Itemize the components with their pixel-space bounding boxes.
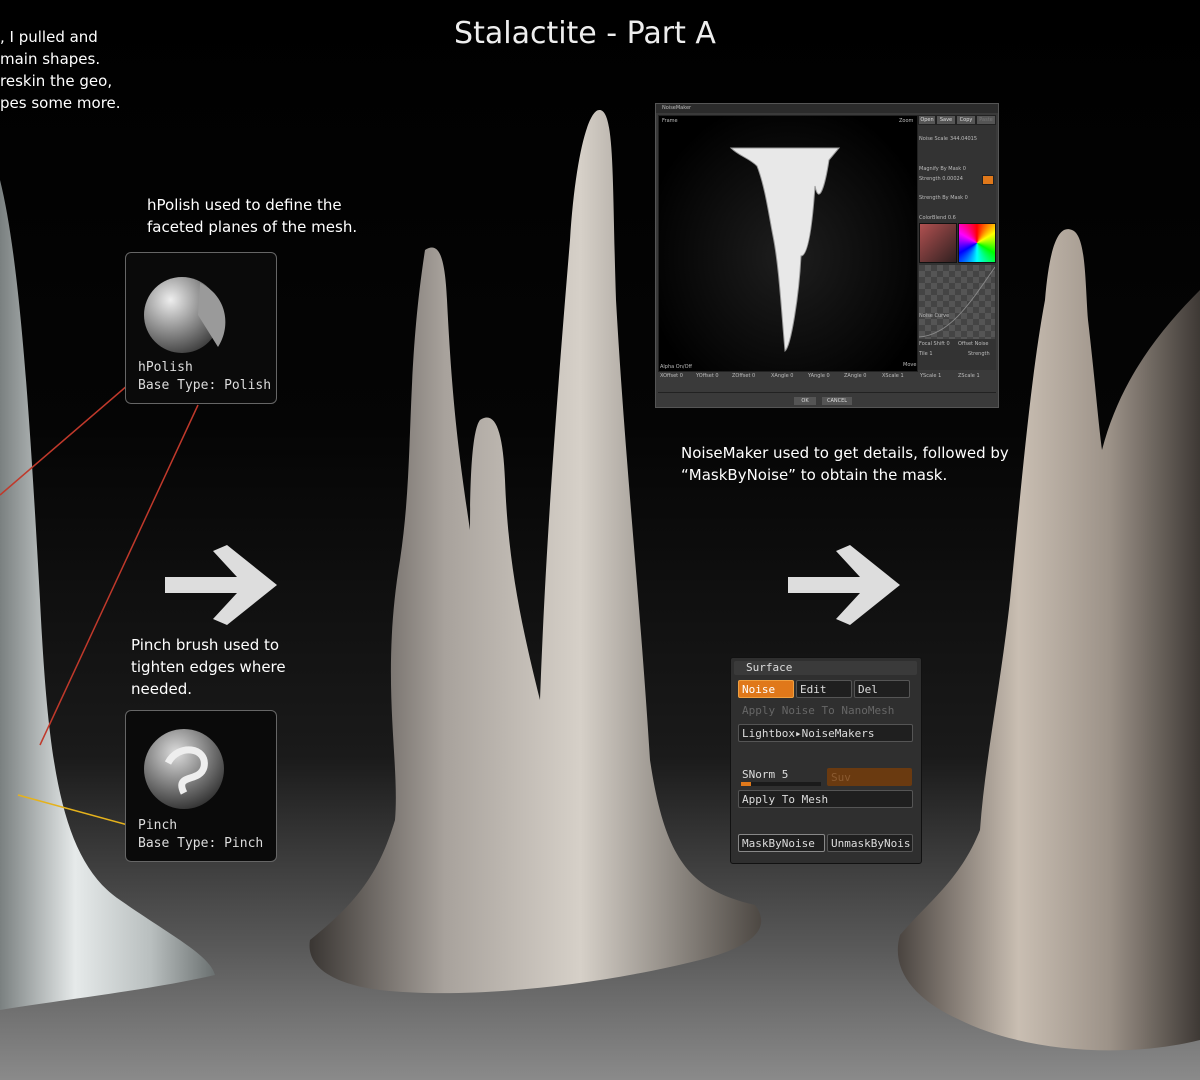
focal-shift-label[interactable]: Focal Shift 0 xyxy=(919,341,950,347)
surface-header[interactable]: Surface xyxy=(734,661,917,675)
zoffset-label[interactable]: ZOffset 0 xyxy=(732,373,755,379)
save-button[interactable]: Save xyxy=(936,115,956,125)
xangle-label[interactable]: XAngle 0 xyxy=(771,373,793,379)
zangle-label[interactable]: ZAngle 0 xyxy=(844,373,866,379)
ok-button[interactable]: OK xyxy=(794,397,816,405)
brush-base-type: Base Type: Polish xyxy=(138,378,272,393)
pinch-note-line: Pinch brush used to xyxy=(131,636,280,654)
stalactite-preview-icon xyxy=(729,147,841,353)
open-button[interactable]: Open xyxy=(918,115,936,125)
tile-label[interactable]: Tile 1 xyxy=(919,351,933,357)
unmask-by-noise-button[interactable]: UnmaskByNois xyxy=(827,834,913,852)
suv-button[interactable]: Suv xyxy=(827,768,912,786)
noisemakers-label: NoiseMakers xyxy=(801,727,875,740)
edit-button[interactable]: Edit xyxy=(796,680,852,698)
del-button[interactable]: Del xyxy=(854,680,910,698)
noisemaker-note: NoiseMaker used to get details, followed… xyxy=(681,442,1009,486)
lightbox-label: Lightbox xyxy=(742,727,795,740)
alpha-label[interactable]: Alpha On/Off xyxy=(660,364,692,370)
snorm-label: SNorm 5 xyxy=(742,768,789,781)
pinch-brush-icon xyxy=(144,729,224,809)
zoom-label[interactable]: Zoom xyxy=(899,118,913,124)
strength-label-2[interactable]: Strength xyxy=(968,351,990,357)
hpolish-note: hPolish used to define the faceted plane… xyxy=(147,194,357,238)
lightbox-noisemakers-button[interactable]: Lightbox▸NoiseMakers xyxy=(738,724,913,742)
yangle-label[interactable]: YAngle 0 xyxy=(808,373,830,379)
copy-button[interactable]: Copy xyxy=(956,115,976,125)
noise-scale-value[interactable]: 344.04015 xyxy=(950,136,977,142)
arrow-right-icon xyxy=(788,545,900,625)
pinch-note: Pinch brush used to tighten edges where … xyxy=(131,634,286,700)
noise-button[interactable]: Noise xyxy=(738,680,794,698)
brush-base-type: Base Type: Pinch xyxy=(138,836,264,851)
apply-nanomesh-label[interactable]: Apply Noise To NanoMesh xyxy=(742,704,894,717)
yscale-label[interactable]: YScale 1 xyxy=(920,373,941,379)
noisemaker-note-line: “MaskByNoise” to obtain the mask. xyxy=(681,466,948,484)
pinch-brush-card: Pinch Base Type: Pinch xyxy=(125,710,277,862)
hpolish-brush-card: hPolish Base Type: Polish xyxy=(125,252,277,404)
brush-name: hPolish xyxy=(138,360,193,375)
noisemaker-window: NoiseMaker Frame Zoom Move Alpha On/Off … xyxy=(655,103,999,408)
zscale-label[interactable]: ZScale 1 xyxy=(958,373,980,379)
hpolish-note-line: hPolish used to define the xyxy=(147,196,342,214)
xscale-label[interactable]: XScale 1 xyxy=(882,373,904,379)
hpolish-note-line: faceted planes of the mesh. xyxy=(147,218,358,236)
cancel-button[interactable]: CANCEL xyxy=(822,397,852,405)
colorblend-label[interactable]: ColorBlend 0.6 xyxy=(919,215,956,221)
noise-curve-graph[interactable] xyxy=(918,265,996,339)
apply-to-mesh-button[interactable]: Apply To Mesh xyxy=(738,790,913,808)
pinch-note-line: needed. xyxy=(131,680,193,698)
noise-curve-label: Noise Curve xyxy=(919,313,950,319)
pinch-note-line: tighten edges where xyxy=(131,658,286,676)
chevron-right-icon: ▸ xyxy=(794,727,802,740)
snorm-slider-fill xyxy=(741,782,751,786)
window-title: NoiseMaker xyxy=(662,105,692,111)
strength-mask-label[interactable]: Strength By Mask 0 xyxy=(919,195,968,201)
frame-label[interactable]: Frame xyxy=(662,118,678,124)
noisemaker-note-line: NoiseMaker used to get details, followed… xyxy=(681,444,1009,462)
magnify-label[interactable]: Magnify By Mask 0 xyxy=(919,166,966,172)
hpolish-brush-icon xyxy=(144,277,226,353)
arrow-right-icon xyxy=(165,545,277,625)
surface-panel: Surface Noise Edit Del Apply Noise To Na… xyxy=(730,657,922,864)
noise-preview[interactable]: Frame Zoom Move xyxy=(658,115,918,372)
noisemaker-settings: Open Save Copy Paste Noise Scale 344.040… xyxy=(918,115,996,370)
color-swatch-a[interactable] xyxy=(919,223,957,263)
ref-toggle[interactable] xyxy=(982,175,994,185)
noise-scale-label: Noise Scale xyxy=(919,136,948,142)
brush-name: Pinch xyxy=(138,818,178,833)
mask-by-noise-button[interactable]: MaskByNoise xyxy=(738,834,825,852)
xoffset-label[interactable]: XOffset 0 xyxy=(660,373,683,379)
move-label[interactable]: Move xyxy=(903,362,916,368)
yoffset-label[interactable]: YOffset 0 xyxy=(696,373,719,379)
snorm-slider[interactable] xyxy=(741,782,821,786)
strength-label[interactable]: Strength 0.00024 xyxy=(919,176,963,182)
sculpt-illustration xyxy=(0,109,1200,1051)
offset-noise-label[interactable]: Offset Noise xyxy=(958,341,988,347)
color-picker[interactable] xyxy=(958,223,996,263)
paste-button[interactable]: Paste xyxy=(976,115,996,125)
